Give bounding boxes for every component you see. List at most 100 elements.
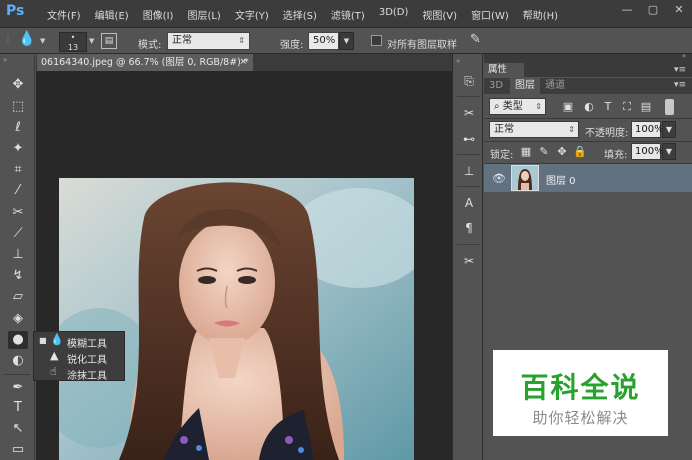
blur-tool-icon[interactable]: ●	[8, 331, 28, 349]
blend-mode-dropdown[interactable]: 正常 ⇕	[489, 121, 579, 138]
menu-window[interactable]: 窗口(W)	[464, 7, 516, 22]
fill-caret-button[interactable]: ▼	[662, 143, 676, 160]
menu-layer[interactable]: 图层(L)	[180, 7, 227, 22]
brush-caret-icon[interactable]: ▼	[89, 37, 94, 45]
preset-caret-icon[interactable]: ▼	[40, 37, 45, 45]
clone-source-icon[interactable]: ⊥	[460, 162, 478, 180]
menu-select[interactable]: 选择(S)	[276, 7, 324, 22]
flyout-item-sharpen[interactable]: ▲ 锐化工具	[34, 349, 124, 366]
lasso-tool-icon[interactable]: ℓ	[8, 119, 28, 137]
eyedropper-tool-icon[interactable]: ⁄	[8, 182, 28, 200]
menu-view[interactable]: 视图(V)	[415, 7, 464, 22]
filter-toggle-switch[interactable]	[665, 99, 674, 115]
properties-panel-header: 属性 ▾≡	[484, 63, 692, 77]
collapsed-panels-dock: « ⎘ ✂ ⊷ ⊥ A ¶ ✂	[452, 54, 483, 460]
marquee-tool-icon[interactable]: ⬚	[8, 98, 28, 116]
filter-pixel-icon[interactable]: ▣	[561, 100, 575, 113]
collapse-arrows-icon[interactable]: »	[682, 52, 686, 60]
panel-menu-icon[interactable]: ▾≡	[674, 63, 686, 77]
minimize-button[interactable]: —	[614, 0, 640, 20]
collapse-arrows-icon[interactable]: »	[3, 56, 7, 64]
magic-wand-tool-icon[interactable]: ✦	[8, 140, 28, 158]
layer-name[interactable]: 图层 0	[546, 172, 576, 187]
opacity-caret-button[interactable]: ▼	[662, 121, 676, 138]
menu-3d[interactable]: 3D(D)	[372, 7, 416, 22]
layer-filter-dropdown[interactable]: ⌕ 类型 ⇕	[489, 98, 546, 115]
document-image[interactable]	[59, 178, 414, 460]
mode-label: 模式:	[138, 40, 162, 51]
paint-bucket-tool-icon[interactable]: ◈	[8, 310, 28, 328]
menu-image[interactable]: 图像(I)	[136, 7, 181, 22]
healing-brush-tool-icon[interactable]: ✂	[8, 204, 28, 222]
menu-type[interactable]: 文字(Y)	[228, 7, 276, 22]
lock-label: 锁定:	[490, 150, 514, 161]
layer-row[interactable]: 👁 图层 0	[484, 164, 692, 192]
close-button[interactable]: ✕	[666, 0, 692, 20]
menu-file[interactable]: 文件(F)	[40, 7, 88, 22]
character-panel-icon[interactable]: A	[460, 194, 478, 212]
dodge-tool-icon[interactable]: ◐	[8, 352, 28, 370]
eraser-tool-icon[interactable]: ▱	[8, 288, 28, 306]
lock-transparent-icon[interactable]: ▦	[519, 145, 533, 158]
brush-panel-toggle-icon[interactable]: ▤	[101, 33, 117, 49]
panel-menu-icon[interactable]: ▾≡	[674, 80, 686, 90]
filter-smart-object-icon[interactable]: ▤	[639, 100, 653, 113]
rectangle-tool-icon[interactable]: ▭	[8, 441, 28, 459]
lock-image-icon[interactable]: ✎	[537, 145, 551, 158]
filter-type-icon[interactable]: T	[601, 100, 615, 113]
mode-value: 正常	[172, 35, 192, 46]
menu-edit[interactable]: 编辑(E)	[88, 7, 136, 22]
history-brush-tool-icon[interactable]: ↯	[8, 267, 28, 285]
sample-all-label: 对所有图层取样	[387, 40, 457, 51]
opacity-input[interactable]: 100%	[631, 121, 664, 138]
filter-adjustment-icon[interactable]: ◐	[582, 100, 596, 113]
brush-panel-icon[interactable]: ⊷	[460, 130, 478, 148]
filter-shape-icon[interactable]: ⛶	[620, 100, 634, 114]
document-close-icon[interactable]: ×	[239, 54, 247, 71]
pressure-pen-icon[interactable]: ✎	[470, 32, 481, 47]
fill-input[interactable]: 100%	[631, 143, 664, 160]
type-tool-icon[interactable]: T	[8, 399, 28, 417]
eye-icon[interactable]: 👁	[492, 172, 506, 185]
tools-panel: » ✥ ⬚ ℓ ✦ ⌗ ⁄ ✂ ⟋ ⊥ ↯ ▱ ◈ ● ◐ ✒ T ↖ ▭	[0, 56, 35, 460]
strength-input[interactable]: 50%	[308, 32, 339, 50]
blur-tool-preset-icon[interactable]: 💧	[18, 31, 35, 47]
paragraph-panel-icon[interactable]: ¶	[460, 219, 478, 237]
restore-button[interactable]: ▢	[640, 0, 666, 20]
lock-all-icon[interactable]: 🔒	[573, 145, 587, 158]
clone-stamp-tool-icon[interactable]: ⊥	[8, 246, 28, 264]
strength-label: 强度:	[280, 40, 304, 51]
brush-tool-icon[interactable]: ⟋	[8, 225, 28, 243]
flyout-item-blur[interactable]: ■ 💧 模糊工具	[34, 333, 124, 350]
options-bar: ⋮ 💧 ▼ • 13 ▼ ▤ 模式: 正常 ⇕ 强度: 50% ▼ 对所有图层取…	[0, 27, 692, 54]
menu-filter[interactable]: 滤镜(T)	[324, 7, 372, 22]
lock-position-icon[interactable]: ✥	[555, 145, 569, 158]
document-title: 06164340.jpeg @ 66.7% (图层 0, RGB/8#) *	[41, 57, 249, 68]
blur-drop-icon: 💧	[50, 333, 64, 346]
tab-3d[interactable]: 3D	[484, 78, 508, 94]
tab-channels[interactable]: 通道	[540, 78, 570, 94]
strength-caret-button[interactable]: ▼	[339, 32, 354, 50]
menu-help[interactable]: 帮助(H)	[516, 7, 565, 22]
pen-tool-icon[interactable]: ✒	[8, 379, 28, 397]
crop-tool-icon[interactable]: ⌗	[8, 161, 28, 179]
tab-layers[interactable]: 图层	[510, 78, 540, 94]
document-tab[interactable]: 06164340.jpeg @ 66.7% (图层 0, RGB/8#) * ×	[37, 54, 253, 71]
panel-divider	[484, 118, 692, 119]
selected-bullet-icon: ■	[39, 336, 47, 345]
tool-presets-icon[interactable]: ✂	[460, 252, 478, 270]
chevron-updown-icon: ⇕	[568, 125, 575, 134]
panel-title-strip: »	[484, 52, 692, 63]
brush-size-picker[interactable]: • 13	[59, 32, 87, 52]
history-panel-icon[interactable]: ⎘	[460, 72, 478, 90]
tab-properties[interactable]: 属性	[484, 63, 524, 77]
path-selection-tool-icon[interactable]: ↖	[8, 420, 28, 438]
mode-dropdown[interactable]: 正常 ⇕	[167, 32, 250, 50]
brush-presets-icon[interactable]: ✂	[460, 104, 478, 122]
move-tool-icon[interactable]: ✥	[8, 76, 28, 94]
sample-all-checkbox[interactable]	[371, 35, 382, 46]
watermark-subtitle: 助你轻松解决	[532, 409, 629, 427]
collapse-arrows-icon[interactable]: «	[456, 57, 460, 65]
flyout-item-smudge[interactable]: ☝ 涂抹工具	[34, 365, 124, 382]
blur-tool-flyout: ■ 💧 模糊工具 ▲ 锐化工具 ☝ 涂抹工具	[33, 331, 125, 382]
